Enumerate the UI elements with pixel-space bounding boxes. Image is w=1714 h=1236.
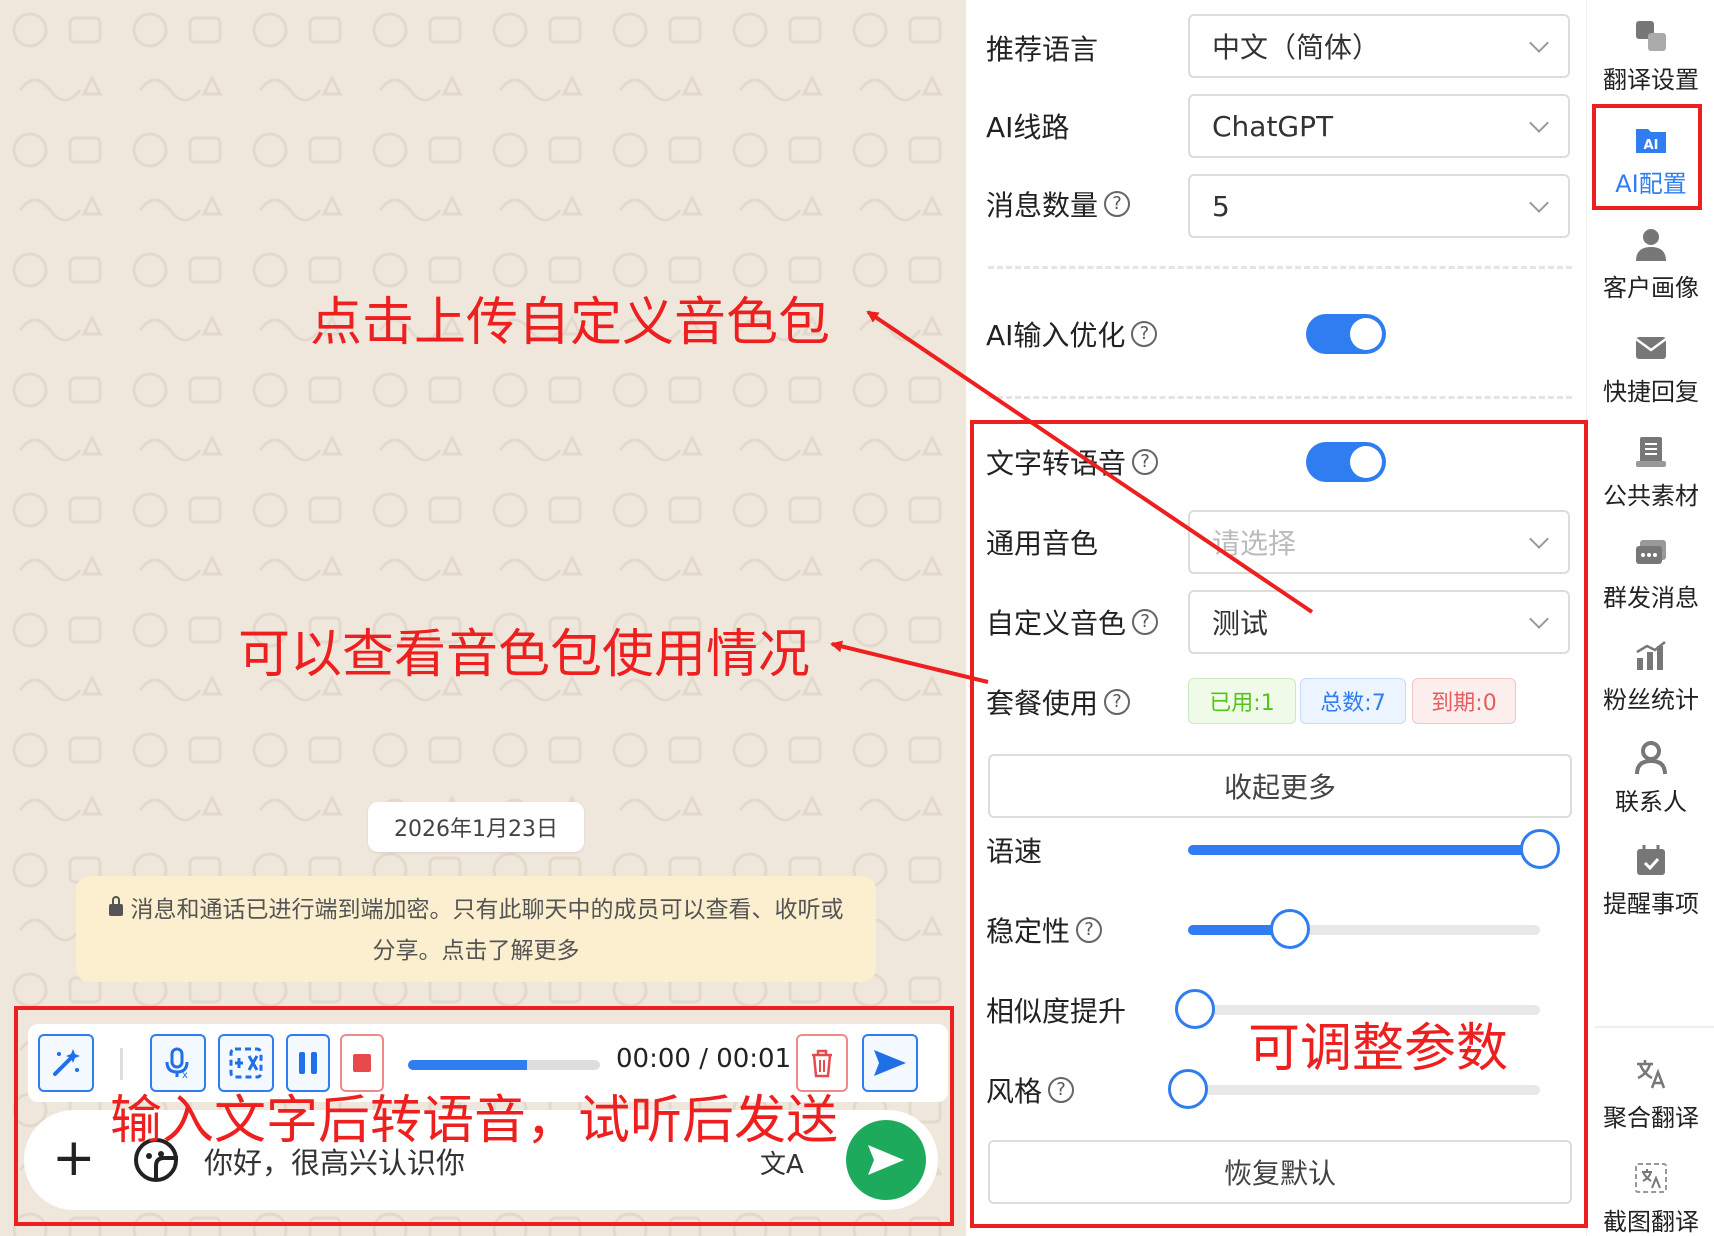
lock-icon [108, 896, 123, 916]
nav-label: 粉丝统计 [1603, 685, 1699, 714]
nav-label: 提醒事项 [1603, 889, 1699, 918]
nav-translate-settings[interactable]: 翻译设置 [1587, 4, 1714, 108]
annotation-upload-voice: 点击上传自定义音色包 [310, 293, 831, 353]
nav-label: 联系人 [1615, 787, 1687, 816]
nav-contacts[interactable]: 联系人 [1587, 726, 1714, 830]
broadcast-icon [1633, 536, 1669, 572]
nav-fan-stats[interactable]: 粉丝统计 [1587, 624, 1714, 728]
annotation-view-usage: 可以查看音色包使用情况 [238, 625, 811, 685]
nav-label: 公共素材 [1603, 481, 1699, 510]
reminder-icon [1633, 842, 1669, 878]
encryption-notice[interactable]: 消息和通话已进行端到端加密。只有此聊天中的成员可以查看、收听或分享。点击了解更多 [76, 876, 876, 982]
divider [988, 266, 1572, 269]
annotation-adjust-params: 可调整参数 [1248, 1019, 1509, 1079]
nav-quick-reply[interactable]: 快捷回复 [1587, 316, 1714, 420]
msg-count-row: 消息数量 ? [986, 184, 1131, 224]
ai-input-opt-label: AI输入优化 [986, 319, 1126, 352]
nav-aggregate-translate[interactable]: 聚合翻译 [1587, 1042, 1714, 1146]
help-icon[interactable]: ? [1104, 191, 1131, 217]
chevron-down-icon [1529, 193, 1549, 213]
rec-language-value: 中文（简体） [1212, 31, 1381, 64]
rec-language-select[interactable]: 中文（简体） [1188, 14, 1570, 78]
nav-label: 聚合翻译 [1603, 1103, 1699, 1132]
nav-public-material[interactable]: 公共素材 [1587, 420, 1714, 524]
nav-broadcast[interactable]: 群发消息 [1587, 522, 1714, 626]
fan-stats-icon [1633, 638, 1669, 674]
nav-divider [1595, 1026, 1714, 1028]
customer-profile-icon [1633, 226, 1669, 262]
nav-label: 快捷回复 [1603, 377, 1699, 406]
ai-input-opt-row: AI输入优化 ? [986, 314, 1158, 354]
msg-count-select[interactable]: 5 [1188, 174, 1570, 238]
highlight-tts-settings [970, 420, 1588, 1228]
nav-label: 客户画像 [1603, 273, 1699, 302]
help-icon[interactable]: ? [1131, 321, 1158, 347]
public-material-icon [1633, 434, 1669, 470]
ai-line-label: AI线路 [986, 111, 1070, 144]
chevron-down-icon [1529, 113, 1549, 133]
nav-customer-profile[interactable]: 客户画像 [1587, 212, 1714, 316]
ai-input-opt-toggle[interactable] [1306, 314, 1386, 354]
divider [988, 396, 1572, 399]
quick-reply-icon [1633, 330, 1669, 366]
translate-settings-icon [1633, 18, 1669, 54]
nav-reminder[interactable]: 提醒事项 [1587, 828, 1714, 932]
aggregate-translate-icon [1633, 1056, 1669, 1092]
chevron-down-icon [1529, 33, 1549, 53]
encryption-notice-text: 消息和通话已进行端到端加密。只有此聊天中的成员可以查看、收听或分享。点击了解更多 [130, 897, 844, 964]
ai-line-value: ChatGPT [1212, 109, 1334, 143]
ai-line-select[interactable]: ChatGPT [1188, 94, 1570, 158]
nav-screenshot-translate[interactable]: 截图翻译 [1587, 1146, 1714, 1236]
rec-language-label: 推荐语言 [986, 33, 1099, 66]
annotation-tts-hint: 输入文字后转语音，试听后发送 [110, 1091, 839, 1151]
msg-count-value: 5 [1212, 189, 1230, 223]
date-separator: 2026年1月23日 [368, 802, 584, 852]
contacts-icon [1633, 740, 1669, 776]
screenshot-translate-icon [1633, 1160, 1669, 1196]
nav-label: 截图翻译 [1603, 1207, 1699, 1236]
nav-label: 翻译设置 [1603, 65, 1699, 94]
msg-count-label: 消息数量 [986, 189, 1099, 222]
nav-label: 群发消息 [1603, 583, 1699, 612]
highlight-ai-config [1592, 104, 1702, 210]
